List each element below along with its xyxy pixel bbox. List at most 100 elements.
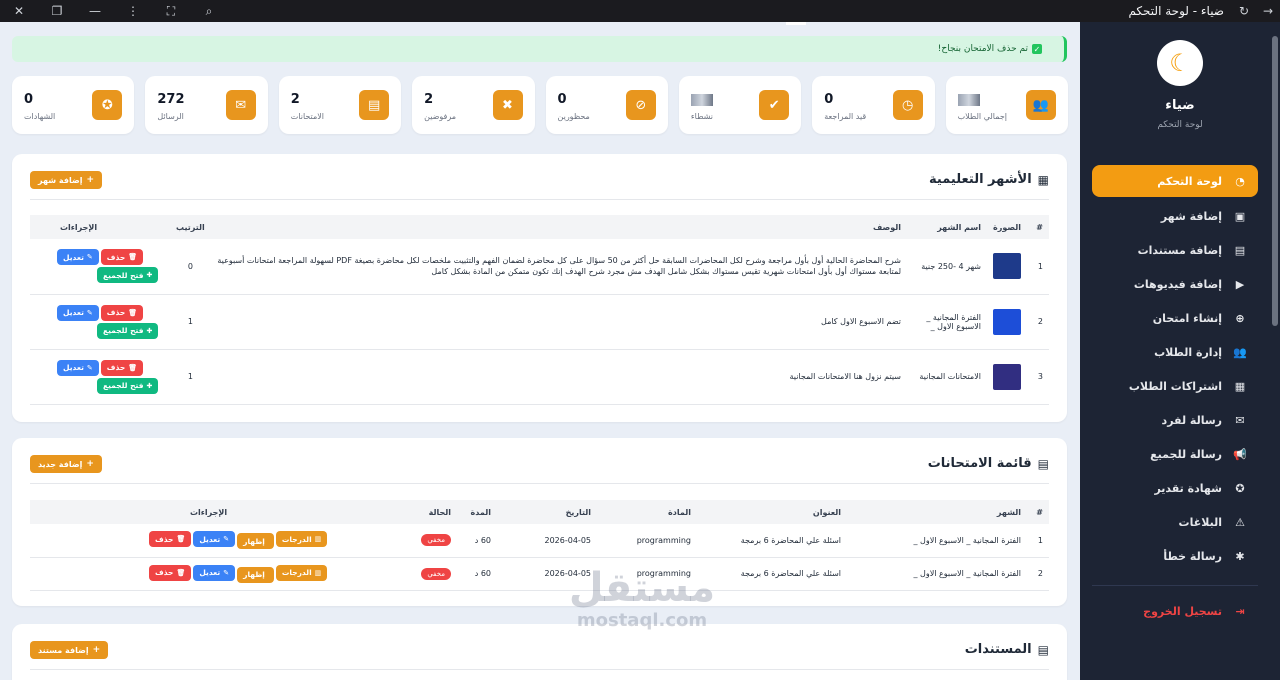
- grades-icon: ▥: [314, 535, 322, 544]
- edit-button[interactable]: ✎ تعديل: [57, 304, 99, 321]
- exams-card-header: ▤ قائمة الامتحانات + إضافة جديد: [30, 438, 1049, 484]
- edit-button[interactable]: ✎ تعديل: [57, 359, 99, 376]
- redacted-value: [957, 94, 980, 106]
- add-month-label: إضافة شهر: [38, 175, 83, 185]
- stat-card: ▤ 2 الامتحانات: [278, 76, 402, 134]
- sidebar-item-2[interactable]: ▤ إضافة مستندات: [1092, 233, 1258, 267]
- logout-label: تسجيل الخروج: [1143, 604, 1222, 618]
- row-number: 1: [1027, 524, 1049, 558]
- sidebar-item-1[interactable]: ▣ إضافة شهر: [1092, 199, 1258, 233]
- user-check-icon: ✔: [759, 90, 790, 120]
- sidebar-item-6[interactable]: ▦ اشتراكات الطلاب: [1092, 369, 1258, 403]
- sidebar-scrollbar[interactable]: [1272, 36, 1278, 326]
- edit-button[interactable]: ✎ تعديل: [57, 249, 99, 266]
- month-description: تضم الاسبوع الاول كامل: [210, 294, 907, 350]
- delete-button[interactable]: 🗑 حذف: [149, 564, 192, 581]
- open-for-all-button[interactable]: ✚ فتح للجميع: [97, 377, 159, 394]
- show-button-label: إظهار: [243, 570, 265, 579]
- bug-icon: ✱: [1235, 549, 1245, 563]
- award-icon: ✪: [1235, 481, 1245, 495]
- add-document-button[interactable]: + إضافة مستند: [30, 641, 109, 659]
- add-month-button[interactable]: + إضافة شهر: [30, 171, 103, 189]
- months-table: # الصورة اسم الشهر الوصف الترتيب الإجراءات 1ش…: [30, 215, 1049, 405]
- sidebar-item-3[interactable]: ▶ إضافة فيديوهات: [1092, 267, 1258, 301]
- month-description: شرح المحاضرة الحالية أول بأول مراجعة وشر…: [210, 239, 907, 295]
- sidebar-item-11[interactable]: ✱ رسالة خطأ: [1092, 539, 1258, 573]
- delete-icon: 🗑: [128, 253, 138, 262]
- exams-header: الحالة: [407, 500, 457, 524]
- open-for-all-button[interactable]: ✚ فتح للجميع: [97, 267, 159, 284]
- months-header: الوصف: [210, 215, 907, 239]
- logout-icon: ⇥: [1235, 604, 1245, 618]
- sidebar-divider: [1092, 585, 1258, 586]
- stat-value: 2: [290, 92, 300, 107]
- main-content: ✓ تم حذف الامتحان بنجاح! 👥 إجمالي الطلاب ◷…: [0, 22, 1080, 680]
- crop-icon[interactable]: ⛶: [152, 0, 190, 22]
- sidebar-item-7[interactable]: ✉ رسالة لفرد: [1092, 403, 1258, 437]
- more-options-icon[interactable]: ⋮: [114, 0, 152, 22]
- stat-card: ✖ 2 مرفوضين: [412, 76, 535, 134]
- open-for-all-button[interactable]: ✚ فتح للجميع: [97, 322, 159, 339]
- exams-card: ▤ قائمة الامتحانات + إضافة جديد # الشهر ال…: [12, 438, 1067, 606]
- exams-header: الشهر: [847, 500, 1027, 524]
- sidebar: ☾ ضياء لوحة التحكم ◔ لوحة التحكم ▣ إضافة شه…: [1080, 22, 1280, 680]
- table-row: 1 الفترة المجانية _ الاسبوع الاول _ اسئلة …: [30, 524, 1049, 558]
- exam-duration: 60 د: [457, 557, 497, 591]
- envelope-icon: ✉: [225, 90, 256, 120]
- sidebar-item-0[interactable]: ◔ لوحة التحكم: [1092, 165, 1258, 197]
- stat-value: 2: [424, 92, 434, 107]
- month-order: 0: [170, 239, 211, 295]
- certificate-icon: ✪: [92, 90, 123, 120]
- month-image-cell: [987, 349, 1027, 405]
- sidebar-item-4[interactable]: ⊕ إنشاء امتحان: [1092, 301, 1258, 335]
- row-number: 3: [1027, 349, 1049, 405]
- stat-value: 0: [557, 92, 567, 107]
- refresh-icon[interactable]: ↻: [1232, 0, 1256, 22]
- x-circle-icon: ✖: [492, 90, 523, 120]
- sidebar-item-8[interactable]: 📢 رسالة للجميع: [1092, 437, 1258, 471]
- stat-label: الشهادات: [24, 112, 56, 121]
- forward-icon[interactable]: →: [1256, 0, 1280, 22]
- months-title-text: الأشهر التعليمية: [929, 172, 1032, 187]
- delete-button[interactable]: 🗑 حذف: [100, 249, 144, 266]
- check-icon: ✓: [1032, 44, 1042, 54]
- video-icon: ▶: [1235, 277, 1245, 291]
- sidebar-item-label: إضافة فيديوهات: [1133, 277, 1222, 291]
- grades-button[interactable]: ▥ الدرجات: [275, 564, 328, 581]
- minimize-icon[interactable]: —: [76, 0, 114, 22]
- delete-button[interactable]: 🗑 حذف: [100, 359, 144, 376]
- add-document-label: إضافة مستند: [38, 645, 89, 655]
- month-image-cell: [987, 239, 1027, 295]
- close-icon[interactable]: ✕: [0, 0, 38, 22]
- months-header: الترتيب: [170, 215, 211, 239]
- status-badge: مخفي: [421, 534, 451, 547]
- row-number: 2: [1027, 557, 1049, 591]
- grades-button[interactable]: ▥ الدرجات: [275, 531, 328, 548]
- logout-button[interactable]: ⇥ تسجيل الخروج: [1092, 594, 1258, 628]
- add-exam-button[interactable]: + إضافة جديد: [30, 455, 102, 473]
- delete-button[interactable]: 🗑 حذف: [100, 304, 144, 321]
- delete-button-label: حذف: [155, 534, 174, 544]
- documents-title: ▤ المستندات: [965, 642, 1049, 657]
- table-row: 2 الفترة المجانية _ الاسبوع الاول _ تضم ال…: [30, 294, 1049, 350]
- sidebar-item-10[interactable]: ⚠ البلاغات: [1092, 505, 1258, 539]
- open-for-all-icon: ✚: [146, 326, 153, 335]
- zoom-icon[interactable]: ⌕: [190, 0, 228, 22]
- exam-duration: 60 د: [457, 524, 497, 558]
- edit-button[interactable]: ✎ تعديل: [193, 531, 236, 548]
- show-button[interactable]: إظهار: [237, 566, 274, 583]
- sidebar-item-5[interactable]: 👥 إدارة الطلاب: [1092, 335, 1258, 369]
- sidebar-item-9[interactable]: ✪ شهادة تقدير: [1092, 471, 1258, 505]
- restore-icon[interactable]: ❐: [38, 0, 76, 22]
- warning-icon: ⚠: [1235, 515, 1245, 529]
- delete-button[interactable]: 🗑 حذف: [149, 531, 192, 548]
- delete-button-label: حذف: [106, 252, 126, 262]
- delete-icon: 🗑: [176, 535, 186, 544]
- exams-header: الإجراءات: [30, 500, 407, 524]
- edit-button[interactable]: ✎ تعديل: [193, 564, 236, 581]
- show-button[interactable]: إظهار: [237, 533, 274, 550]
- row-number: 2: [1027, 294, 1049, 350]
- months-card-header: ▦ الأشهر التعليمية + إضافة شهر: [30, 154, 1049, 200]
- grades-button-label: الدرجات: [281, 568, 312, 577]
- sidebar-username: ضياء: [1165, 98, 1195, 113]
